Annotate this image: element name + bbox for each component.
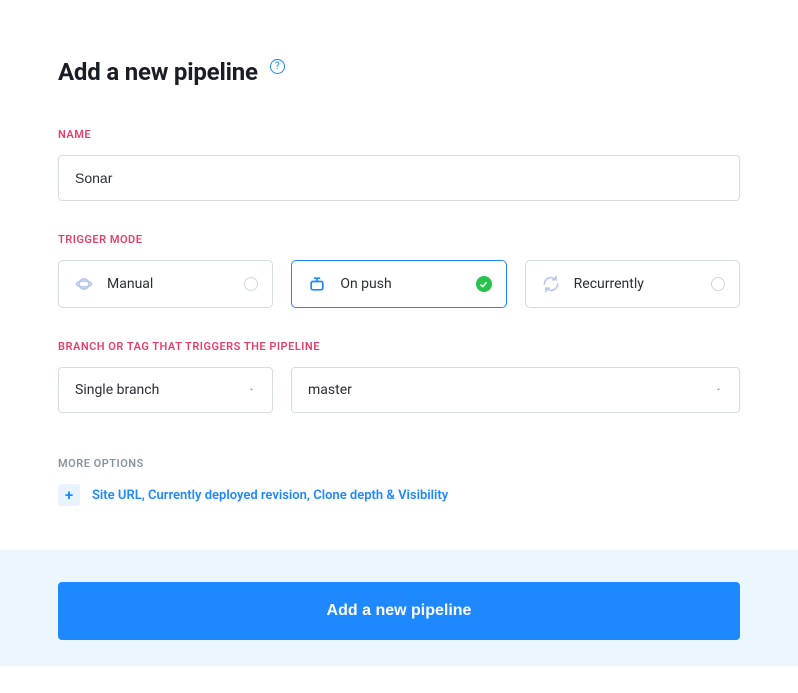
recurrently-icon bbox=[540, 273, 562, 295]
pipeline-name-input[interactable] bbox=[58, 155, 740, 201]
select-value: master bbox=[308, 382, 352, 398]
select-value: Single branch bbox=[75, 382, 159, 398]
plus-icon[interactable]: + bbox=[58, 484, 80, 506]
page-header: Add a new pipeline ? bbox=[58, 58, 740, 86]
help-icon[interactable]: ? bbox=[270, 59, 285, 74]
trigger-mode-group: Manual On push bbox=[58, 260, 740, 308]
radio-unchecked-icon bbox=[244, 277, 258, 291]
trigger-option-manual[interactable]: Manual bbox=[58, 260, 273, 308]
add-pipeline-button[interactable]: Add a new pipeline bbox=[58, 582, 740, 640]
more-options-row: + Site URL, Currently deployed revision,… bbox=[58, 484, 740, 506]
onpush-icon bbox=[306, 273, 328, 295]
branch-selectors: Single branch master bbox=[58, 367, 740, 413]
trigger-label: Manual bbox=[107, 276, 244, 292]
manual-icon bbox=[73, 273, 95, 295]
footer: Add a new pipeline bbox=[0, 550, 798, 666]
radio-unchecked-icon bbox=[711, 277, 725, 291]
trigger-label: Recurrently bbox=[574, 276, 711, 292]
branch-name-select[interactable]: master bbox=[291, 367, 740, 413]
more-options-link[interactable]: Site URL, Currently deployed revision, C… bbox=[92, 488, 448, 503]
page-title: Add a new pipeline bbox=[58, 58, 258, 86]
branch-section-label: BRANCH OR TAG THAT TRIGGERS THE PIPELINE bbox=[58, 340, 740, 353]
chevron-down-icon bbox=[247, 382, 256, 398]
selected-check-icon bbox=[476, 276, 492, 292]
trigger-section-label: TRIGGER MODE bbox=[58, 233, 740, 246]
trigger-option-onpush[interactable]: On push bbox=[291, 260, 506, 308]
branch-scope-select[interactable]: Single branch bbox=[58, 367, 273, 413]
trigger-label: On push bbox=[340, 276, 475, 292]
name-section-label: NAME bbox=[58, 128, 740, 141]
chevron-down-icon bbox=[714, 382, 723, 398]
more-options-label: MORE OPTIONS bbox=[58, 457, 740, 470]
trigger-option-recurrently[interactable]: Recurrently bbox=[525, 260, 740, 308]
